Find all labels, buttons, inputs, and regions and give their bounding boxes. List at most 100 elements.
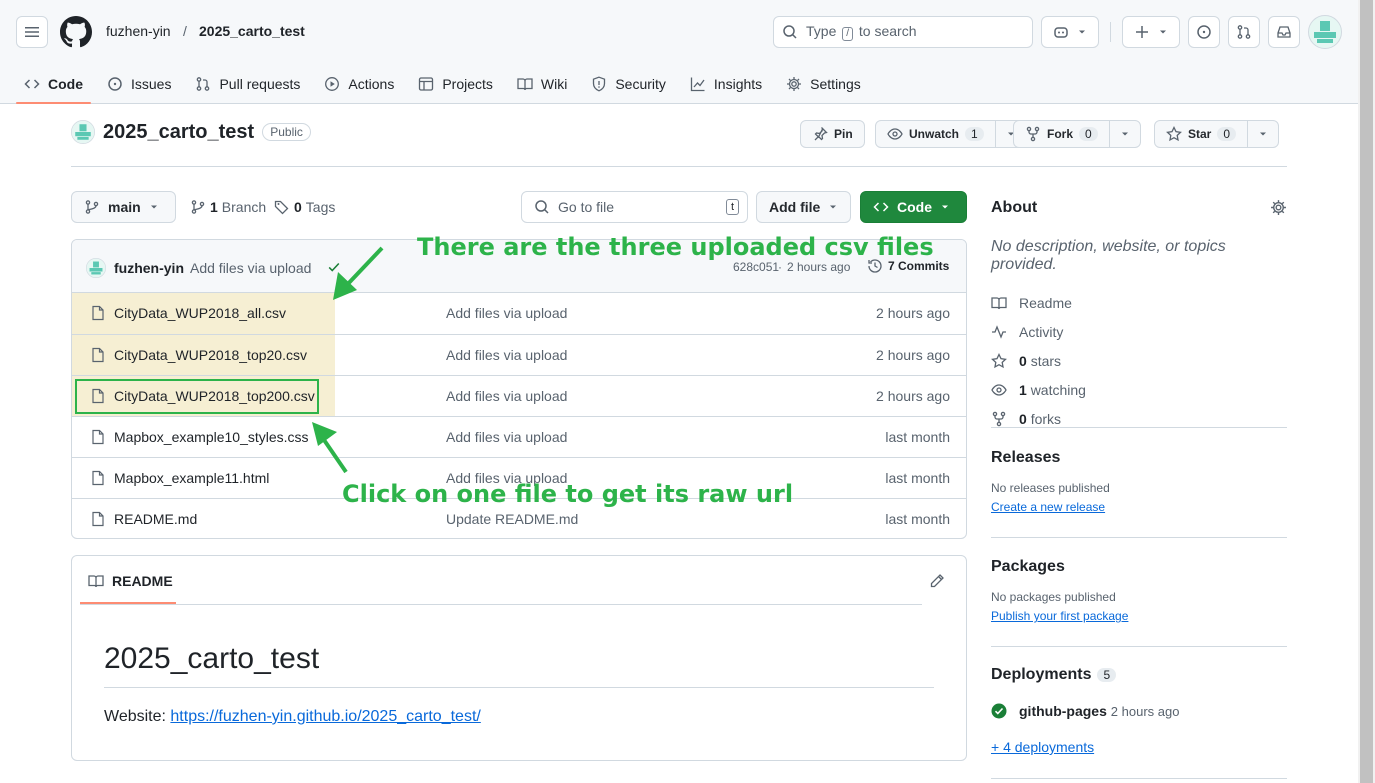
file-name[interactable]: README.md: [114, 511, 197, 527]
file-commit-message[interactable]: Add files via upload: [446, 429, 567, 445]
file-name[interactable]: Mapbox_example11.html: [114, 470, 269, 486]
deployments-title[interactable]: Deployments: [991, 666, 1091, 684]
github-logo-icon[interactable]: [60, 16, 92, 48]
tab-projects[interactable]: Projects: [410, 64, 501, 104]
readme-title: 2025_carto_test: [104, 642, 320, 675]
fork-dropdown[interactable]: [1108, 121, 1140, 147]
search-icon: [783, 25, 797, 39]
inbox-button[interactable]: [1268, 16, 1300, 48]
tags-link[interactable]: 0 Tags: [274, 199, 335, 215]
watching-link[interactable]: 1 watching: [991, 375, 1287, 404]
deployment-item[interactable]: github-pages 2 hours ago: [991, 703, 1287, 719]
unwatch-button[interactable]: Unwatch 1: [875, 120, 1027, 148]
readme-link[interactable]: Readme: [991, 288, 1287, 317]
tag-icon: [274, 200, 289, 215]
tab-label: Code: [48, 76, 83, 92]
tab-insights[interactable]: Insights: [682, 64, 770, 104]
packages-text: No packages published: [991, 590, 1116, 604]
branch-name: main: [108, 199, 141, 215]
star-icon: [1166, 126, 1182, 142]
add-file-button[interactable]: Add file: [756, 191, 852, 223]
branches-link[interactable]: 1 Branch: [190, 199, 266, 215]
tab-pull-requests[interactable]: Pull requests: [187, 64, 308, 104]
scrollbar-thumb[interactable]: [1360, 0, 1373, 783]
file-commit-message[interactable]: Add files via upload: [446, 388, 567, 404]
website-link[interactable]: https://fuzhen-yin.github.io/2025_carto_…: [170, 708, 480, 725]
releases-title[interactable]: Releases: [991, 449, 1287, 467]
packages-title[interactable]: Packages: [991, 558, 1287, 576]
table-row[interactable]: Mapbox_example10_styles.css Add files vi…: [72, 416, 966, 457]
star-dropdown[interactable]: [1247, 121, 1278, 147]
file-commit-message[interactable]: Add files via upload: [446, 305, 567, 321]
publish-package-link[interactable]: Publish your first package: [991, 609, 1287, 623]
more-deployments-link[interactable]: + 4 deployments: [991, 739, 1287, 755]
visibility-badge: Public: [262, 123, 311, 141]
hamburger-menu-button[interactable]: [16, 16, 48, 48]
chevron-down-icon: [942, 205, 948, 209]
pin-button[interactable]: Pin: [800, 120, 865, 148]
tab-security[interactable]: Security: [583, 64, 674, 104]
copilot-button[interactable]: [1041, 16, 1099, 48]
tab-actions[interactable]: Actions: [316, 64, 402, 104]
commit-hash[interactable]: 628c051: [733, 260, 779, 274]
pull-requests-button[interactable]: [1228, 16, 1260, 48]
copilot-icon: [1054, 27, 1068, 38]
create-new-button[interactable]: [1122, 16, 1180, 48]
go-to-file-input[interactable]: Go to file t: [521, 191, 748, 223]
repo-owner-avatar[interactable]: [71, 120, 95, 144]
tab-issues[interactable]: Issues: [99, 64, 179, 104]
repo-name[interactable]: 2025_carto_test: [103, 121, 254, 144]
annotation-top-text: There are the three uploaded csv files: [417, 233, 934, 261]
tab-label: Issues: [131, 76, 172, 92]
stars-link[interactable]: 0 stars: [991, 346, 1287, 375]
eye-icon: [887, 128, 903, 140]
pencil-icon[interactable]: [929, 573, 945, 589]
create-release-link[interactable]: Create a new release: [991, 500, 1287, 514]
branch-selector[interactable]: main: [71, 191, 176, 223]
table-row[interactable]: CityData_WUP2018_all.csv Add files via u…: [72, 293, 966, 334]
branches-label: Branch: [221, 199, 267, 215]
chevron-down-icon: [1160, 30, 1166, 34]
fork-button[interactable]: Fork 0: [1013, 120, 1141, 148]
user-avatar[interactable]: [1308, 15, 1342, 49]
page-scrollbar[interactable]: [1358, 0, 1375, 783]
file-icon: [92, 470, 104, 486]
tab-settings[interactable]: Settings: [778, 64, 869, 104]
readme-tab[interactable]: README: [80, 556, 181, 605]
table-row[interactable]: CityData_WUP2018_top20.csv Add files via…: [72, 334, 966, 375]
pulse-icon: [992, 324, 1006, 339]
file-name[interactable]: CityData_WUP2018_top20.csv: [114, 347, 307, 363]
issue-icon: [108, 77, 122, 91]
file-commit-message[interactable]: Update README.md: [446, 511, 578, 527]
commit-author-avatar[interactable]: [86, 258, 106, 278]
forks-link[interactable]: 0 forks: [991, 404, 1287, 433]
file-commit-message[interactable]: Add files via upload: [446, 347, 567, 363]
pull-request-icon: [1237, 25, 1251, 39]
tab-label: Wiki: [540, 76, 568, 92]
file-name[interactable]: Mapbox_example10_styles.css: [114, 429, 309, 445]
code-button-label: Code: [897, 199, 932, 215]
gear-icon[interactable]: [1270, 199, 1287, 216]
deployment-env[interactable]: github-pages: [1019, 703, 1107, 719]
watch-count: 1: [965, 127, 984, 141]
breadcrumb-repo[interactable]: 2025_carto_test: [199, 23, 305, 39]
global-search-input[interactable]: Type / to search: [773, 16, 1033, 48]
commit-author[interactable]: fuzhen-yin: [114, 260, 184, 276]
commit-message[interactable]: Add files via upload: [190, 260, 311, 276]
star-button[interactable]: Star 0: [1154, 120, 1280, 148]
code-button[interactable]: Code: [860, 191, 967, 223]
readme-link-label: Readme: [1019, 294, 1072, 311]
activity-link[interactable]: Activity: [991, 317, 1287, 346]
tab-wiki[interactable]: Wiki: [509, 64, 575, 104]
issue-icon: [1197, 25, 1211, 39]
issues-button[interactable]: [1188, 16, 1220, 48]
chevron-down-icon: [1260, 132, 1267, 136]
watching-count: 1: [1019, 381, 1027, 398]
pull-request-icon: [197, 77, 210, 91]
table-row[interactable]: CityData_WUP2018_top200.csv Add files vi…: [72, 375, 966, 416]
fork-icon: [992, 411, 1006, 426]
breadcrumb-owner[interactable]: fuzhen-yin: [106, 23, 171, 39]
sidebar-divider: [991, 537, 1287, 538]
tab-code[interactable]: Code: [16, 64, 91, 104]
file-name[interactable]: CityData_WUP2018_all.csv: [114, 305, 286, 321]
